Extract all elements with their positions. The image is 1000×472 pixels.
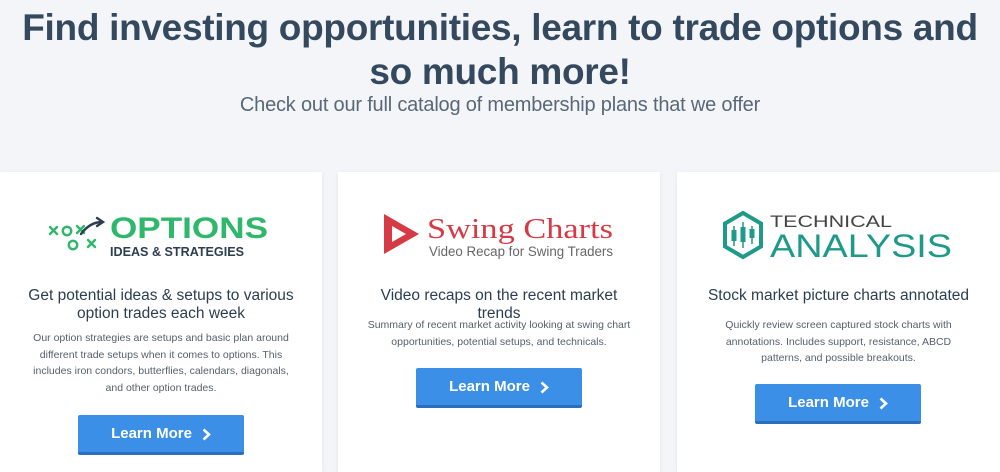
plan-card-options: OPTIONS IDEAS & STRATEGIES Get potential… <box>0 172 322 472</box>
learn-more-label: Learn More <box>788 394 869 411</box>
options-card-description: Our option strategies are setups and bas… <box>33 332 289 394</box>
chevron-right-icon <box>879 397 888 410</box>
swing-charts-logo-tagline: Video Recap for Swing Traders <box>429 244 613 259</box>
hero-section: Find investing opportunities, learn to t… <box>0 0 1000 160</box>
learn-more-label: Learn More <box>449 378 530 395</box>
technical-analysis-logo-word: ANALYSIS <box>770 228 952 264</box>
swing-charts-learn-more-button[interactable]: Learn More <box>416 368 582 408</box>
plan-card-technical-analysis: TECHNICAL ANALYSIS Stock market picture … <box>677 172 1000 472</box>
technical-analysis-learn-more-button[interactable]: Learn More <box>755 384 921 424</box>
options-logo-word: OPTIONS <box>110 212 268 245</box>
xo-play-icon <box>48 216 106 251</box>
options-learn-more-button[interactable]: Learn More <box>78 415 244 455</box>
options-card-title: Get potential ideas & setups to various … <box>28 287 294 322</box>
swing-charts-card-description: Summary of recent market activity lookin… <box>367 319 631 348</box>
plan-card-swing-charts: Swing Charts Video Recap for Swing Trade… <box>338 172 660 472</box>
learn-more-label: Learn More <box>111 425 192 442</box>
chevron-right-icon <box>202 428 211 441</box>
options-logo-graphic: OPTIONS IDEAS & STRATEGIES <box>48 212 268 259</box>
candlestick-hexagon-icon <box>722 210 763 260</box>
play-icon <box>384 214 419 254</box>
technical-analysis-logo: TECHNICAL ANALYSIS <box>677 210 1000 264</box>
technical-analysis-card-title: Stock market picture charts annotated <box>707 287 970 304</box>
swing-charts-logo: Swing Charts Video Recap for Swing Trade… <box>338 210 660 262</box>
chevron-right-icon <box>540 381 549 394</box>
page-subheadline: Check out our full catalog of membership… <box>239 94 761 116</box>
swing-charts-logo-word: Swing Charts <box>427 213 613 245</box>
swing-charts-logo-graphic: Swing Charts Video Recap for Swing Trade… <box>384 213 613 259</box>
technical-analysis-logo-graphic: TECHNICAL ANALYSIS <box>722 210 952 264</box>
options-logo: OPTIONS IDEAS & STRATEGIES <box>0 210 322 262</box>
page-headline: Find investing opportunities, learn to t… <box>22 7 978 92</box>
options-logo-tagline: IDEAS & STRATEGIES <box>110 245 244 259</box>
technical-analysis-card-description: Quickly review screen captured stock cha… <box>725 319 952 364</box>
